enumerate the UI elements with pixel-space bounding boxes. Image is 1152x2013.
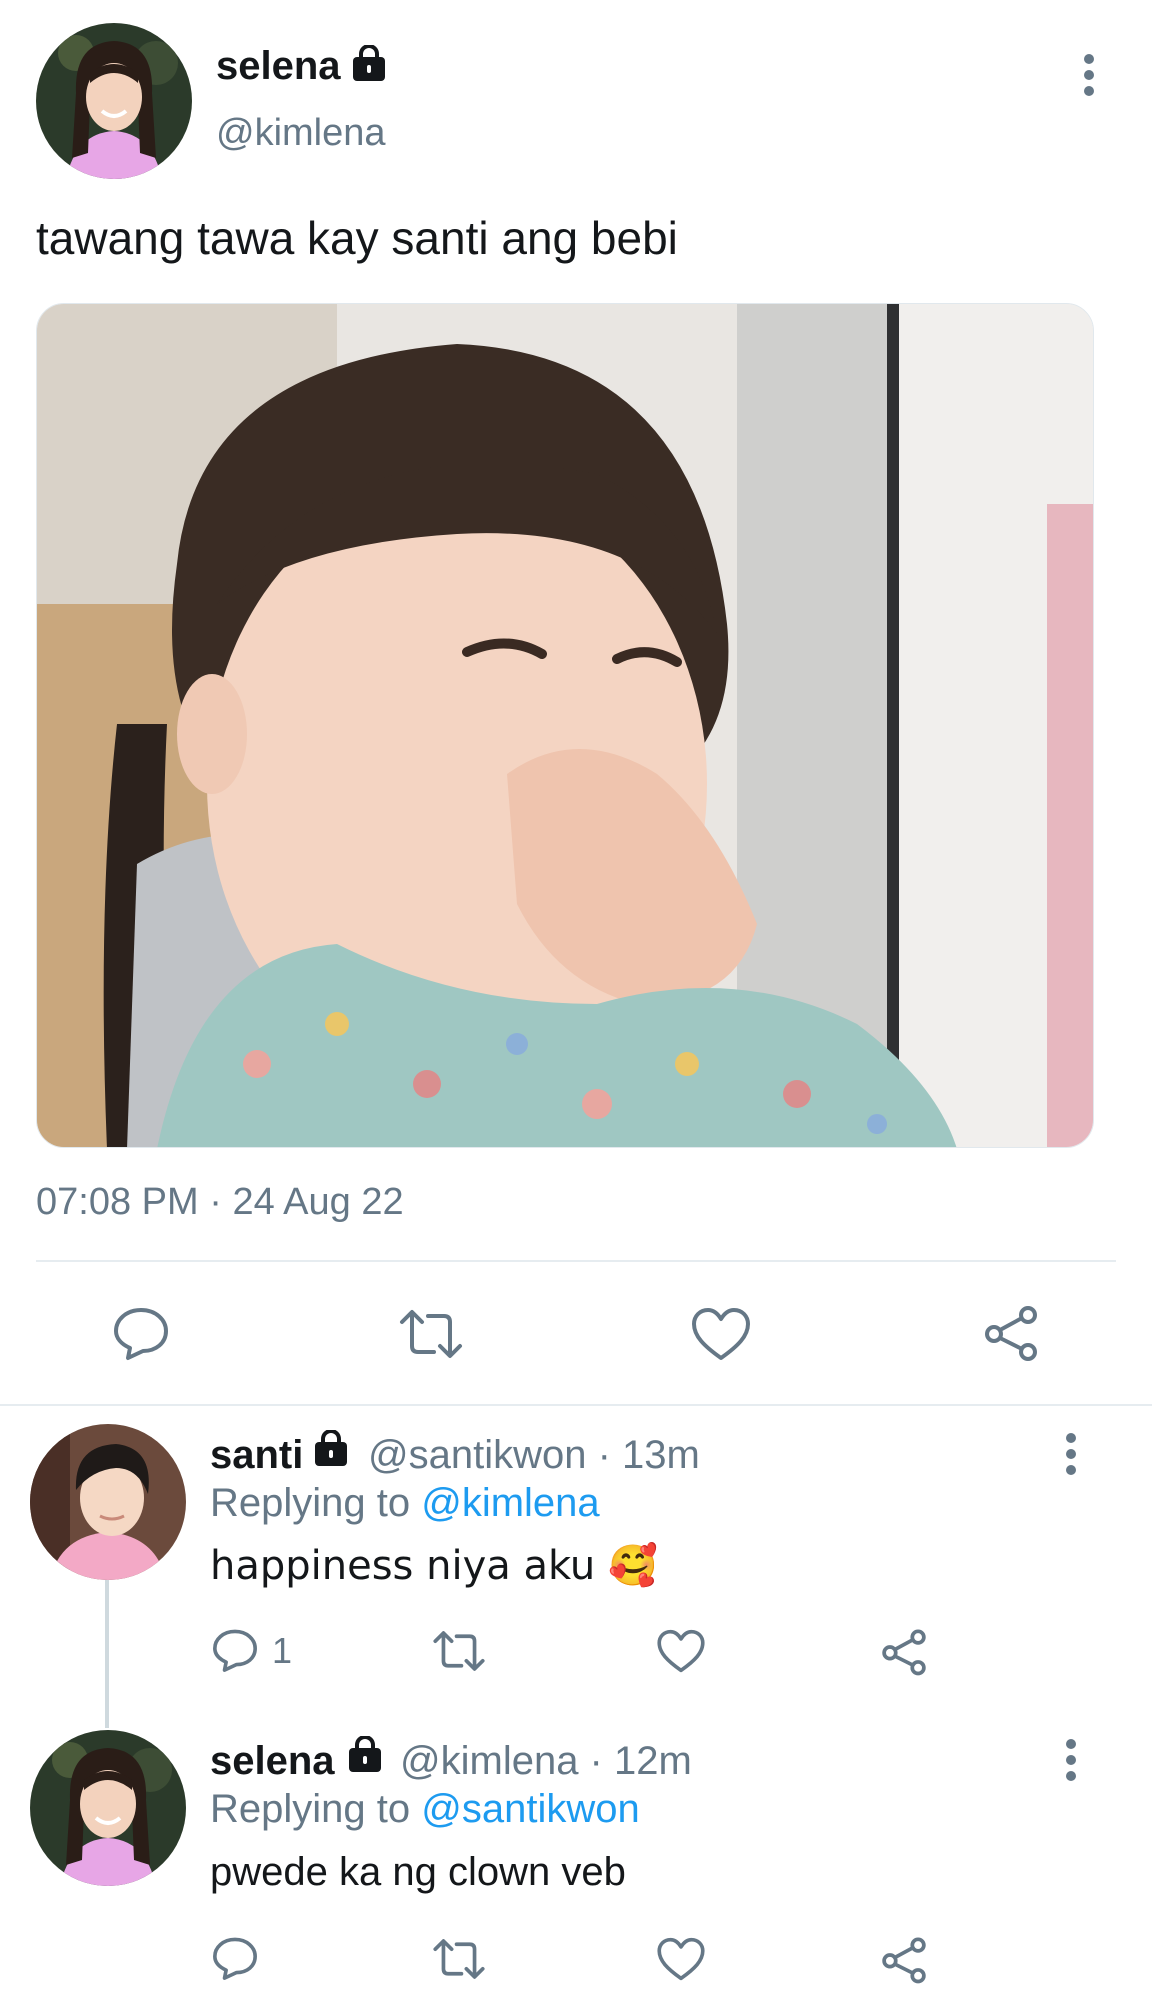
retweet-button[interactable]	[432, 1936, 486, 1982]
reply-header: selena	[210, 1738, 335, 1784]
reply-display-name[interactable]: santi	[210, 1433, 303, 1477]
share-icon	[882, 1937, 926, 1984]
replying-to-label: Replying to	[210, 1481, 422, 1525]
more-vertical-icon	[1084, 54, 1094, 96]
reply-text: happiness niya aku 🥰	[210, 1543, 658, 1589]
replying-to: Replying to @santikwon	[210, 1786, 640, 1832]
reply-text: pwede ka ng clown veb	[210, 1850, 626, 1894]
author-display-name[interactable]: selena	[216, 44, 341, 88]
like-button[interactable]	[656, 1628, 706, 1674]
reply-handle[interactable]: @santikwon	[368, 1433, 586, 1477]
protected-lock-icon	[349, 45, 389, 81]
reply-meta: @kimlena · 12m	[400, 1738, 692, 1784]
reply-button[interactable]	[210, 1626, 260, 1674]
more-vertical-icon	[1066, 1433, 1076, 1475]
retweet-icon	[433, 1939, 485, 1979]
more-options-button[interactable]	[1076, 50, 1102, 104]
reply-display-name[interactable]: selena	[210, 1739, 335, 1783]
replying-to-label: Replying to	[210, 1787, 422, 1831]
meta-separator: ·	[578, 1739, 614, 1783]
retweet-button[interactable]	[398, 1306, 464, 1362]
retweet-button[interactable]	[432, 1628, 486, 1674]
thread-connector	[105, 1580, 109, 1728]
share-icon	[882, 1629, 926, 1676]
reply-header: santi	[210, 1432, 303, 1478]
like-button[interactable]	[656, 1936, 706, 1982]
like-icon	[657, 1937, 705, 1981]
reply-count: 1	[272, 1630, 293, 1671]
reply-handle[interactable]: @kimlena	[400, 1739, 578, 1783]
section-divider	[0, 1404, 1152, 1406]
tweet-photo[interactable]	[36, 303, 1094, 1148]
retweet-icon	[433, 1631, 485, 1671]
protected-lock-icon	[311, 1430, 351, 1466]
tweet-time: 07:08 PM	[36, 1181, 199, 1223]
like-button[interactable]	[690, 1306, 752, 1362]
replying-to-handle[interactable]: @santikwon	[421, 1787, 639, 1831]
share-button[interactable]	[880, 1628, 928, 1676]
reply-icon	[114, 1308, 168, 1360]
tweet-timestamp[interactable]: 07:08 PM · 24 Aug 22	[36, 1180, 404, 1224]
reply-icon	[213, 1937, 257, 1980]
more-options-button[interactable]	[1058, 1736, 1084, 1786]
divider	[36, 1260, 1116, 1262]
reply-age: 12m	[613, 1739, 692, 1783]
like-icon	[692, 1308, 750, 1360]
meta-separator: ·	[586, 1433, 623, 1477]
tweet-text: tawang tawa kay santi ang bebi	[36, 212, 678, 264]
author-handle[interactable]: @kimlena	[216, 112, 386, 154]
replying-to-handle[interactable]: @kimlena	[421, 1481, 599, 1525]
retweet-icon	[400, 1310, 462, 1358]
reply-button[interactable]	[210, 1934, 260, 1982]
share-icon	[985, 1306, 1037, 1361]
tweet-date: 24 Aug 22	[232, 1181, 404, 1223]
like-icon	[657, 1629, 705, 1673]
reply-avatar[interactable]	[30, 1730, 186, 1886]
replying-to: Replying to @kimlena	[210, 1480, 600, 1526]
reply-age: 13m	[622, 1433, 700, 1477]
avatar-selena-icon	[36, 23, 192, 179]
avatar-selena-icon	[30, 1730, 186, 1886]
photo-laughing-toddler-icon	[37, 304, 1093, 1147]
more-options-button[interactable]	[1058, 1430, 1084, 1480]
share-button[interactable]	[982, 1304, 1040, 1362]
reply-button[interactable]	[110, 1304, 172, 1362]
avatar-santi-icon	[30, 1424, 186, 1580]
author-avatar[interactable]	[36, 23, 192, 179]
more-vertical-icon	[1066, 1739, 1076, 1781]
timestamp-separator: ·	[198, 1181, 233, 1223]
reply-avatar[interactable]	[30, 1424, 186, 1580]
reply-icon	[213, 1629, 257, 1672]
reply-meta: @santikwon · 13m	[368, 1432, 700, 1478]
protected-lock-icon	[345, 1736, 385, 1772]
share-button[interactable]	[880, 1936, 928, 1984]
